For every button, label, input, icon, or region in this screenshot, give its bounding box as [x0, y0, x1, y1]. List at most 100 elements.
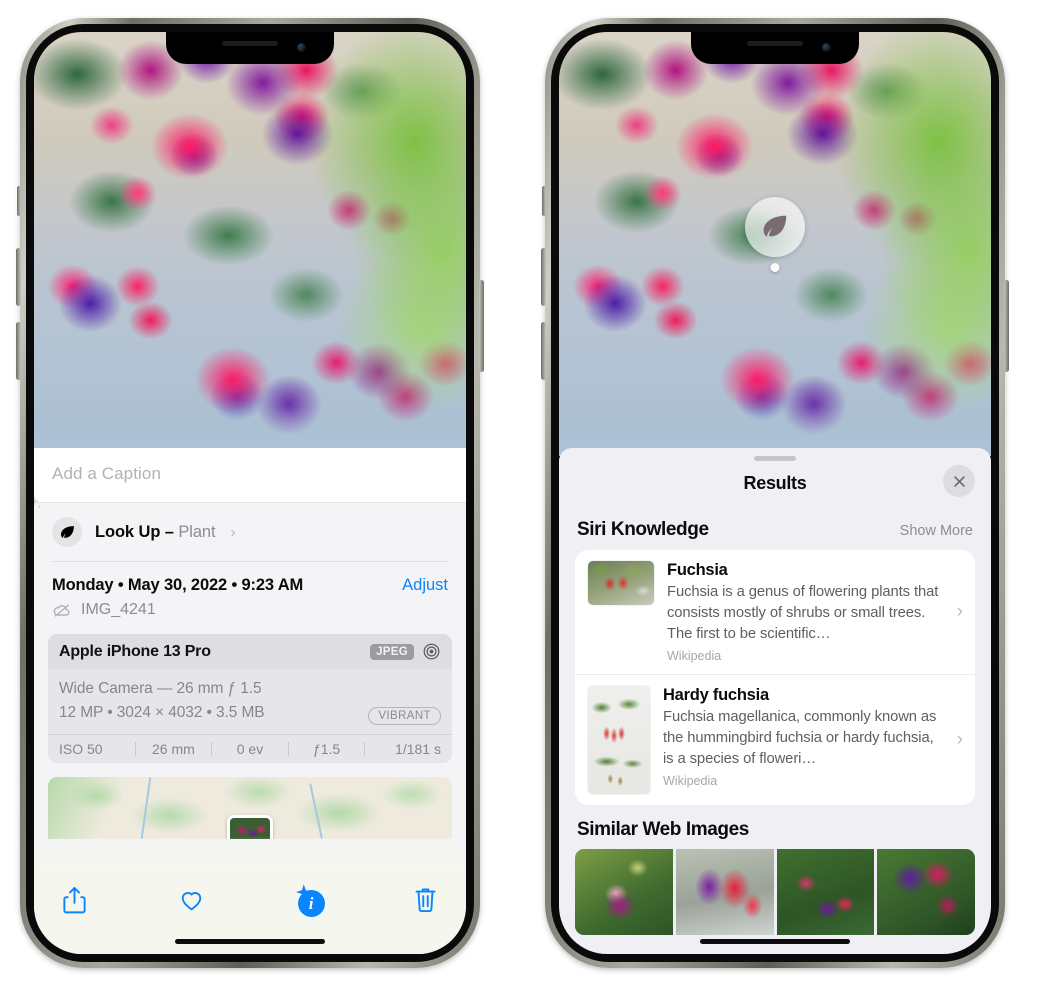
- result-thumbnail: [588, 686, 650, 794]
- web-image-thumbnail[interactable]: [877, 849, 975, 935]
- similar-web-images-strip: [559, 849, 991, 935]
- close-icon: [953, 475, 965, 487]
- earpiece-speaker: [747, 41, 803, 46]
- list-item[interactable]: Hardy fuchsia Fuchsia magellanica, commo…: [575, 674, 975, 805]
- screenshot-stage: Add a Caption Look Up – Plant › Monday •…: [0, 0, 1055, 985]
- photographic-style-badge: VIBRANT: [368, 707, 441, 726]
- result-text: Fuchsia Fuchsia is a genus of flowering …: [667, 561, 963, 663]
- sheet-fade: [34, 836, 466, 870]
- left-phone: Add a Caption Look Up – Plant › Monday •…: [16, 18, 484, 968]
- date-row: Monday • May 30, 2022 • 9:23 AM Adjust: [34, 562, 466, 595]
- display-notch: [166, 32, 334, 64]
- siri-knowledge-card: Fuchsia Fuchsia is a genus of flowering …: [575, 550, 975, 805]
- silent-switch[interactable]: [542, 186, 546, 216]
- trash-icon: [416, 888, 436, 912]
- photo-info-sheet: Add a Caption Look Up – Plant › Monday •…: [34, 448, 466, 954]
- share-icon: [62, 887, 86, 914]
- result-source: Wikipedia: [663, 774, 718, 788]
- delete-button[interactable]: [410, 884, 442, 916]
- power-button[interactable]: [479, 280, 484, 372]
- file-row: IMG_4241: [34, 595, 466, 632]
- exif-ev: 0 ev: [236, 741, 264, 758]
- cloud-slash-icon: [53, 604, 70, 617]
- camera-card-body: Wide Camera — 26 mm ƒ 1.5 12 MP • 3024 ×…: [48, 669, 452, 734]
- visual-lookup-badge[interactable]: [745, 197, 805, 272]
- camera-info-card[interactable]: Apple iPhone 13 Pro JPEG Wide Camera — 2…: [48, 634, 452, 764]
- siri-knowledge-header: Siri Knowledge Show More: [559, 505, 991, 550]
- result-text: Hardy fuchsia Fuchsia magellanica, commo…: [663, 686, 963, 788]
- web-image-thumbnail[interactable]: [776, 849, 875, 935]
- file-name: IMG_4241: [81, 601, 156, 618]
- leaf-glyph: [763, 215, 787, 237]
- result-title: Hardy fuchsia: [663, 686, 769, 704]
- results-header: Results: [559, 461, 991, 505]
- volume-down-button[interactable]: [541, 322, 546, 380]
- photo-date: Monday • May 30, 2022 • 9:23 AM: [52, 576, 304, 594]
- volume-down-button[interactable]: [16, 322, 21, 380]
- result-thumbnail: [588, 561, 654, 605]
- exif-aperture: ƒ1.5: [312, 741, 341, 758]
- right-phone-screen: Results Siri Knowledge Show More Fuchsia…: [559, 32, 991, 954]
- look-up-row[interactable]: Look Up – Plant ›: [34, 496, 466, 561]
- sparkle-icon: [34, 496, 42, 509]
- leaf-icon: [52, 517, 82, 547]
- caption-row[interactable]: Add a Caption: [34, 448, 466, 503]
- display-notch: [691, 32, 859, 64]
- volume-up-button[interactable]: [16, 248, 21, 306]
- show-more-button[interactable]: Show More: [900, 523, 973, 539]
- result-description: Fuchsia magellanica, commonly known as t…: [663, 709, 937, 767]
- caption-input[interactable]: Add a Caption: [52, 464, 448, 484]
- look-up-prefix: Look Up –: [95, 522, 179, 541]
- info-icon: i: [293, 883, 325, 917]
- silent-switch[interactable]: [17, 186, 21, 216]
- chevron-right-icon: ›: [956, 601, 963, 622]
- volume-up-button[interactable]: [541, 248, 546, 306]
- favorite-button[interactable]: [175, 884, 207, 916]
- info-button[interactable]: i: [293, 883, 325, 917]
- result-source: Wikipedia: [667, 649, 722, 663]
- location-map[interactable]: [48, 777, 452, 840]
- result-title: Fuchsia: [667, 561, 728, 579]
- exif-shutter: 1/181 s: [395, 741, 441, 758]
- chevron-right-icon: ›: [230, 523, 236, 541]
- camera-card-header: Apple iPhone 13 Pro JPEG: [48, 634, 452, 669]
- close-button[interactable]: [943, 465, 975, 497]
- web-image-thumbnail[interactable]: [675, 849, 774, 935]
- info-glyph: i: [297, 890, 325, 917]
- lens-info: Wide Camera — 26 mm ƒ 1.5: [59, 680, 262, 697]
- similar-web-images-title: Similar Web Images: [577, 819, 749, 840]
- map-river: [308, 783, 323, 839]
- camera-model: Apple iPhone 13 Pro: [59, 642, 211, 660]
- web-image-thumbnail[interactable]: [575, 849, 673, 935]
- results-sheet: Results Siri Knowledge Show More Fuchsia…: [559, 448, 991, 954]
- exif-iso: ISO 50: [59, 741, 103, 758]
- share-button[interactable]: [58, 884, 90, 916]
- result-description: Fuchsia is a genus of flowering plants t…: [667, 584, 939, 642]
- aperture-icon: [423, 643, 440, 660]
- lookup-anchor-dot: [770, 263, 780, 272]
- results-title: Results: [743, 472, 807, 493]
- front-camera-icon: [822, 43, 831, 52]
- adjust-button[interactable]: Adjust: [402, 576, 448, 595]
- photo-bottom-gradient: [559, 388, 991, 456]
- look-up-label: Look Up – Plant: [95, 522, 216, 542]
- left-phone-screen: Add a Caption Look Up – Plant › Monday •…: [34, 32, 466, 954]
- list-item[interactable]: Fuchsia Fuchsia is a genus of flowering …: [575, 550, 975, 674]
- right-phone: Results Siri Knowledge Show More Fuchsia…: [541, 18, 1009, 968]
- exif-focal: 26 mm: [151, 741, 195, 758]
- earpiece-speaker: [222, 41, 278, 46]
- format-badge: JPEG: [370, 643, 414, 660]
- chevron-right-icon: ›: [956, 729, 963, 750]
- map-river: [140, 777, 152, 839]
- power-button[interactable]: [1004, 280, 1009, 372]
- photo-bottom-gradient: [34, 388, 466, 456]
- home-indicator[interactable]: [700, 939, 850, 944]
- photo-viewer[interactable]: [34, 32, 466, 456]
- siri-knowledge-title: Siri Knowledge: [577, 519, 709, 540]
- look-up-subject: Plant: [178, 522, 216, 541]
- home-indicator[interactable]: [175, 939, 325, 944]
- leaf-glyph: [60, 525, 74, 538]
- camera-card-header-right: JPEG: [370, 642, 441, 661]
- leaf-icon[interactable]: [745, 197, 805, 257]
- front-camera-icon: [297, 43, 306, 52]
